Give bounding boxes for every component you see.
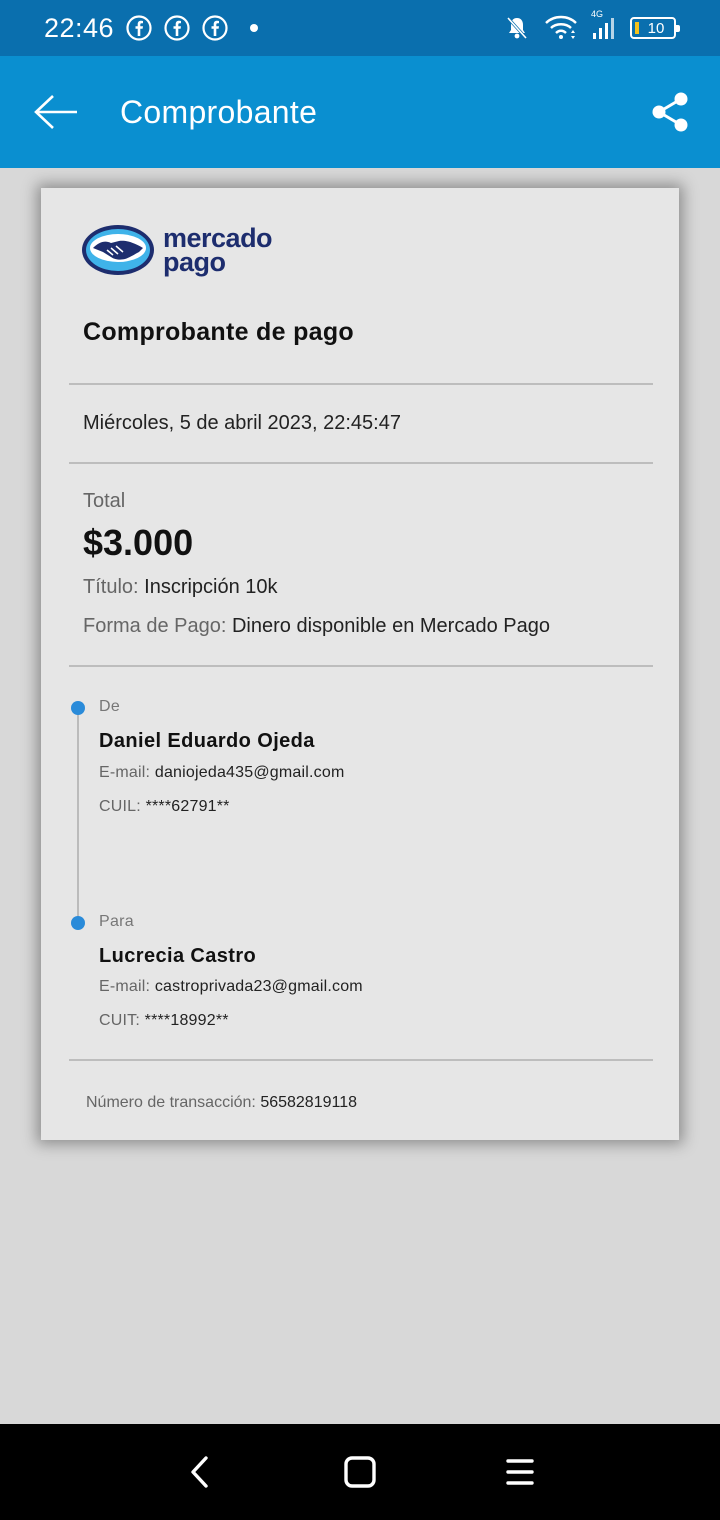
total-amount: $3.000 (83, 522, 194, 563)
share-icon (652, 92, 688, 132)
divider (69, 462, 653, 464)
receipt-title: Comprobante de pago (83, 318, 354, 346)
home-square-icon (344, 1456, 376, 1488)
nav-back-button[interactable] (170, 1442, 230, 1502)
transaction-row: Número de transacción: 56582819118 (86, 1094, 357, 1112)
status-icons: 4G 10 (504, 9, 680, 41)
battery-level: 10 (647, 19, 665, 37)
divider (69, 383, 653, 385)
status-bar: 22:46 4G 10 (0, 0, 720, 56)
payment-method-label: Forma de Pago: (83, 615, 227, 637)
payment-date: Miércoles, 5 de abril 2023, 22:45:47 (83, 412, 401, 434)
mercado-pago-logo: mercado pago (81, 224, 273, 277)
total-label: Total (83, 490, 126, 512)
timeline-line (77, 708, 79, 923)
nav-recents-button[interactable] (490, 1442, 550, 1502)
title-row: Título: Inscripción 10k (83, 576, 278, 599)
arrow-left-icon (34, 95, 77, 129)
payment-method-row: Forma de Pago: Dinero disponible en Merc… (83, 615, 550, 638)
receipt-card: mercado pago Comprobante de pago Miércol… (41, 188, 679, 1140)
to-cuit: ****18992** (144, 1012, 229, 1029)
from-email-row: E-mail: daniojeda435@gmail.com (99, 764, 345, 782)
to-email: castroprivada23@gmail.com (154, 978, 363, 995)
to-name: Lucrecia Castro (99, 945, 257, 967)
to-cuit-row: CUIT: ****18992** (99, 1012, 229, 1030)
logo-text-line2: pago (163, 247, 226, 277)
from-name: Daniel Eduardo Ojeda (99, 730, 315, 752)
wifi-icon (545, 15, 577, 39)
battery-icon: 10 (630, 17, 680, 39)
to-label: Para (99, 913, 134, 930)
status-time: 22:46 (44, 12, 115, 43)
share-button[interactable] (620, 56, 720, 168)
title-label: Título: (83, 576, 139, 598)
timeline-dot-to (71, 916, 85, 930)
chevron-left-icon (191, 1456, 208, 1488)
nav-home-button[interactable] (330, 1442, 390, 1502)
page-title: Comprobante (120, 93, 318, 130)
to-email-label: E-mail: (99, 978, 151, 995)
facebook-icon (164, 15, 190, 41)
recents-menu-icon (506, 1459, 534, 1485)
from-cuil: ****62791** (145, 798, 230, 815)
handshake-logo-icon (82, 225, 154, 275)
timeline-dot-from (71, 701, 85, 715)
logo-text: mercado pago (163, 225, 273, 277)
transaction-number: 56582819118 (260, 1094, 358, 1111)
from-cuil-row: CUIL: ****62791** (99, 798, 230, 816)
network-type: 4G (590, 9, 603, 19)
from-email-label: E-mail: (99, 764, 151, 781)
from-label: De (99, 698, 121, 715)
facebook-icon (126, 15, 152, 41)
from-email: daniojeda435@gmail.com (154, 764, 345, 781)
title-value: Inscripción 10k (144, 576, 278, 598)
system-nav-bar (0, 1424, 720, 1520)
transaction-label: Número de transacción: (86, 1094, 256, 1111)
facebook-icon (202, 15, 228, 41)
divider (69, 1059, 653, 1061)
payment-method-value: Dinero disponible en Mercado Pago (231, 615, 550, 637)
from-cuil-label: CUIL: (99, 798, 141, 815)
divider (69, 665, 653, 667)
back-button[interactable] (0, 56, 112, 168)
to-cuit-label: CUIT: (99, 1012, 140, 1029)
bell-muted-icon (506, 16, 528, 40)
notification-dot-icon (250, 24, 259, 32)
app-bar: Comprobante (0, 56, 720, 168)
to-email-row: E-mail: castroprivada23@gmail.com (99, 978, 363, 996)
